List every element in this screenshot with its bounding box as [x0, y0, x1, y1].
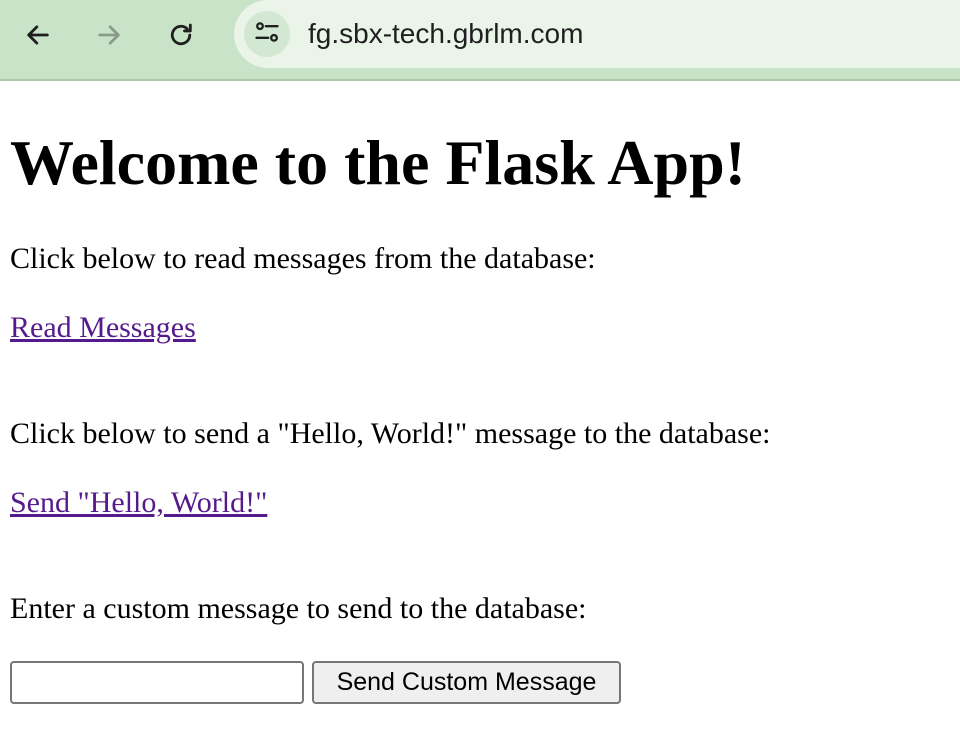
site-info-button[interactable]: [244, 11, 290, 57]
browser-toolbar: fg.sbx-tech.gbrlm.com: [0, 0, 960, 81]
send-custom-message-button[interactable]: Send Custom Message: [312, 661, 621, 704]
back-button[interactable]: [17, 14, 59, 56]
read-messages-link[interactable]: Read Messages: [10, 311, 196, 345]
url-text[interactable]: fg.sbx-tech.gbrlm.com: [308, 17, 583, 51]
page-title: Welcome to the Flask App!: [10, 127, 746, 198]
send-prompt-text: Click below to send a "Hello, World!" me…: [10, 417, 771, 450]
arrow-right-icon: [95, 21, 123, 49]
tune-icon: [253, 18, 281, 51]
arrow-left-icon: [24, 21, 52, 49]
reload-icon: [167, 21, 195, 49]
reload-button[interactable]: [160, 14, 202, 56]
send-hello-world-link[interactable]: Send "Hello, World!": [10, 486, 267, 520]
custom-prompt-text: Enter a custom message to send to the da…: [10, 592, 587, 625]
read-prompt-text: Click below to read messages from the da…: [10, 242, 596, 275]
forward-button[interactable]: [88, 14, 130, 56]
address-bar[interactable]: fg.sbx-tech.gbrlm.com: [234, 0, 960, 68]
custom-message-input[interactable]: [10, 661, 304, 704]
